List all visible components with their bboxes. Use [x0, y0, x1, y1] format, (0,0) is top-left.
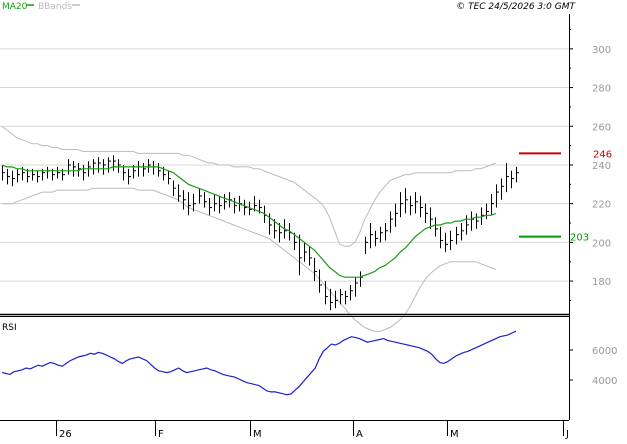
price-tick-label: 260: [592, 122, 611, 133]
time-tick-label: M: [253, 429, 262, 440]
rsi-tick-label: 4000: [592, 376, 617, 387]
rsi-panel-label: RSI: [2, 323, 17, 333]
price-tick-label: 300: [592, 45, 611, 56]
price-tick-label: 200: [592, 238, 611, 249]
legend-bbands-label: BBands: [38, 2, 72, 12]
price-tick-label: 240: [592, 161, 611, 172]
resistance-level-label: 246: [593, 149, 612, 160]
time-tick-label: J: [565, 429, 569, 440]
stock-chart: 246 203 180 200 220 240 260 280 300 6000 4000 26…: [0, 0, 627, 440]
rsi-tick-label: 6000: [592, 346, 617, 357]
price-tick-label: 280: [592, 84, 611, 95]
price-tick-label: 220: [592, 200, 611, 211]
chart-canvas: 246203 180200220240260280300 60004000 26…: [0, 0, 627, 440]
time-tick-label: A: [356, 429, 363, 440]
copyright-label: © TEC 24/5/2026 3:0 GMT: [456, 2, 576, 12]
time-tick-label: F: [158, 429, 164, 440]
chart-background: [0, 0, 627, 440]
time-tick-label: M: [450, 429, 459, 440]
price-tick-label: 180: [592, 277, 611, 288]
legend-ma20-label: MA20: [2, 2, 28, 12]
time-tick-label: 26: [59, 429, 72, 440]
